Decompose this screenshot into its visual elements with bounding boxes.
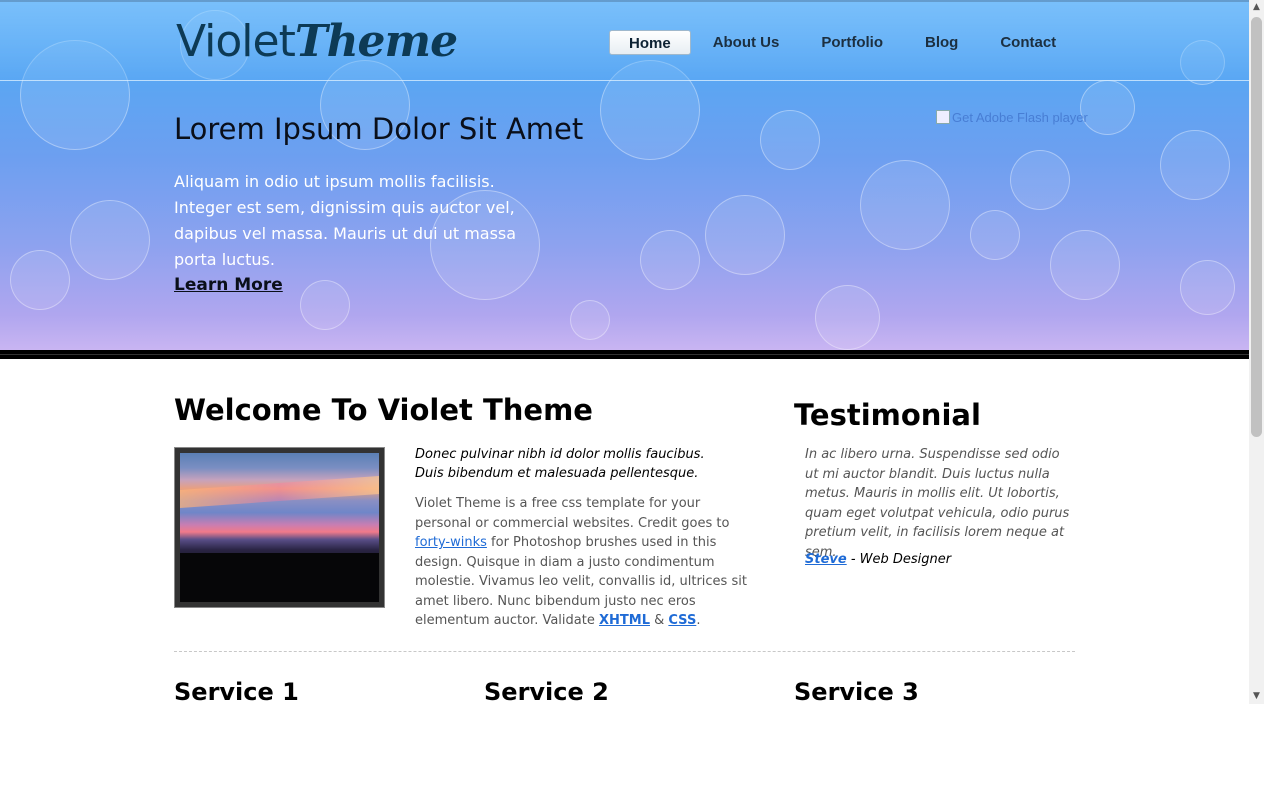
welcome-title: Welcome To Violet Theme xyxy=(174,393,593,427)
main-nav: Home About Us Portfolio Blog Contact xyxy=(609,30,1078,55)
scroll-thumb[interactable] xyxy=(1251,17,1262,437)
scroll-up-arrow-icon[interactable]: ▲ xyxy=(1249,0,1264,15)
logo-text-light: Violet xyxy=(176,16,296,67)
welcome-lead: Donec pulvinar nibh id dolor mollis fauc… xyxy=(415,447,705,481)
broken-image-icon xyxy=(936,110,950,124)
nav-contact[interactable]: Contact xyxy=(980,30,1076,55)
flash-alt-text: Get Adobe Flash player xyxy=(952,110,1088,125)
nav-blog[interactable]: Blog xyxy=(905,30,978,55)
author-role: - Web Designer xyxy=(846,552,952,567)
testimonial-text: In ac libero urna. Suspendisse sed odio … xyxy=(805,447,1070,560)
period-text: . xyxy=(696,613,701,628)
learn-more-link[interactable]: Learn More xyxy=(174,275,283,295)
testimonial-author: Steve - Web Designer xyxy=(805,552,951,567)
hero-bottom-band xyxy=(0,350,1249,359)
forty-winks-link[interactable]: forty-winks xyxy=(415,535,487,550)
vertical-scrollbar[interactable]: ▲ ▼ xyxy=(1249,0,1264,704)
xhtml-link[interactable]: XHTML xyxy=(599,613,650,628)
site-logo[interactable]: VioletTheme xyxy=(176,16,458,67)
hero-text: Aliquam in odio ut ipsum mollis facilisi… xyxy=(174,172,517,269)
section-divider xyxy=(174,651,1075,652)
service-2-title: Service 2 xyxy=(484,678,609,706)
service-1-title: Service 1 xyxy=(174,678,299,706)
logo-text-bold: Theme xyxy=(294,16,458,67)
css-link[interactable]: CSS xyxy=(668,613,696,628)
nav-about-us[interactable]: About Us xyxy=(693,30,800,55)
welcome-body-text-1: Violet Theme is a free css template for … xyxy=(415,496,730,531)
sunset-photo-frame xyxy=(174,447,385,608)
flash-player-link[interactable]: Get Adobe Flash player xyxy=(936,110,1088,125)
author-link[interactable]: Steve xyxy=(805,552,847,567)
nav-portfolio[interactable]: Portfolio xyxy=(801,30,903,55)
sunset-photo xyxy=(180,453,379,602)
welcome-body: Violet Theme is a free css template for … xyxy=(415,494,755,631)
service-3-title: Service 3 xyxy=(794,678,919,706)
hero-title: Lorem Ipsum Dolor Sit Amet xyxy=(174,112,584,146)
scroll-down-arrow-icon[interactable]: ▼ xyxy=(1249,689,1264,704)
amp-text: & xyxy=(649,613,669,628)
nav-home[interactable]: Home xyxy=(609,30,691,55)
testimonial-title: Testimonial xyxy=(794,398,981,432)
